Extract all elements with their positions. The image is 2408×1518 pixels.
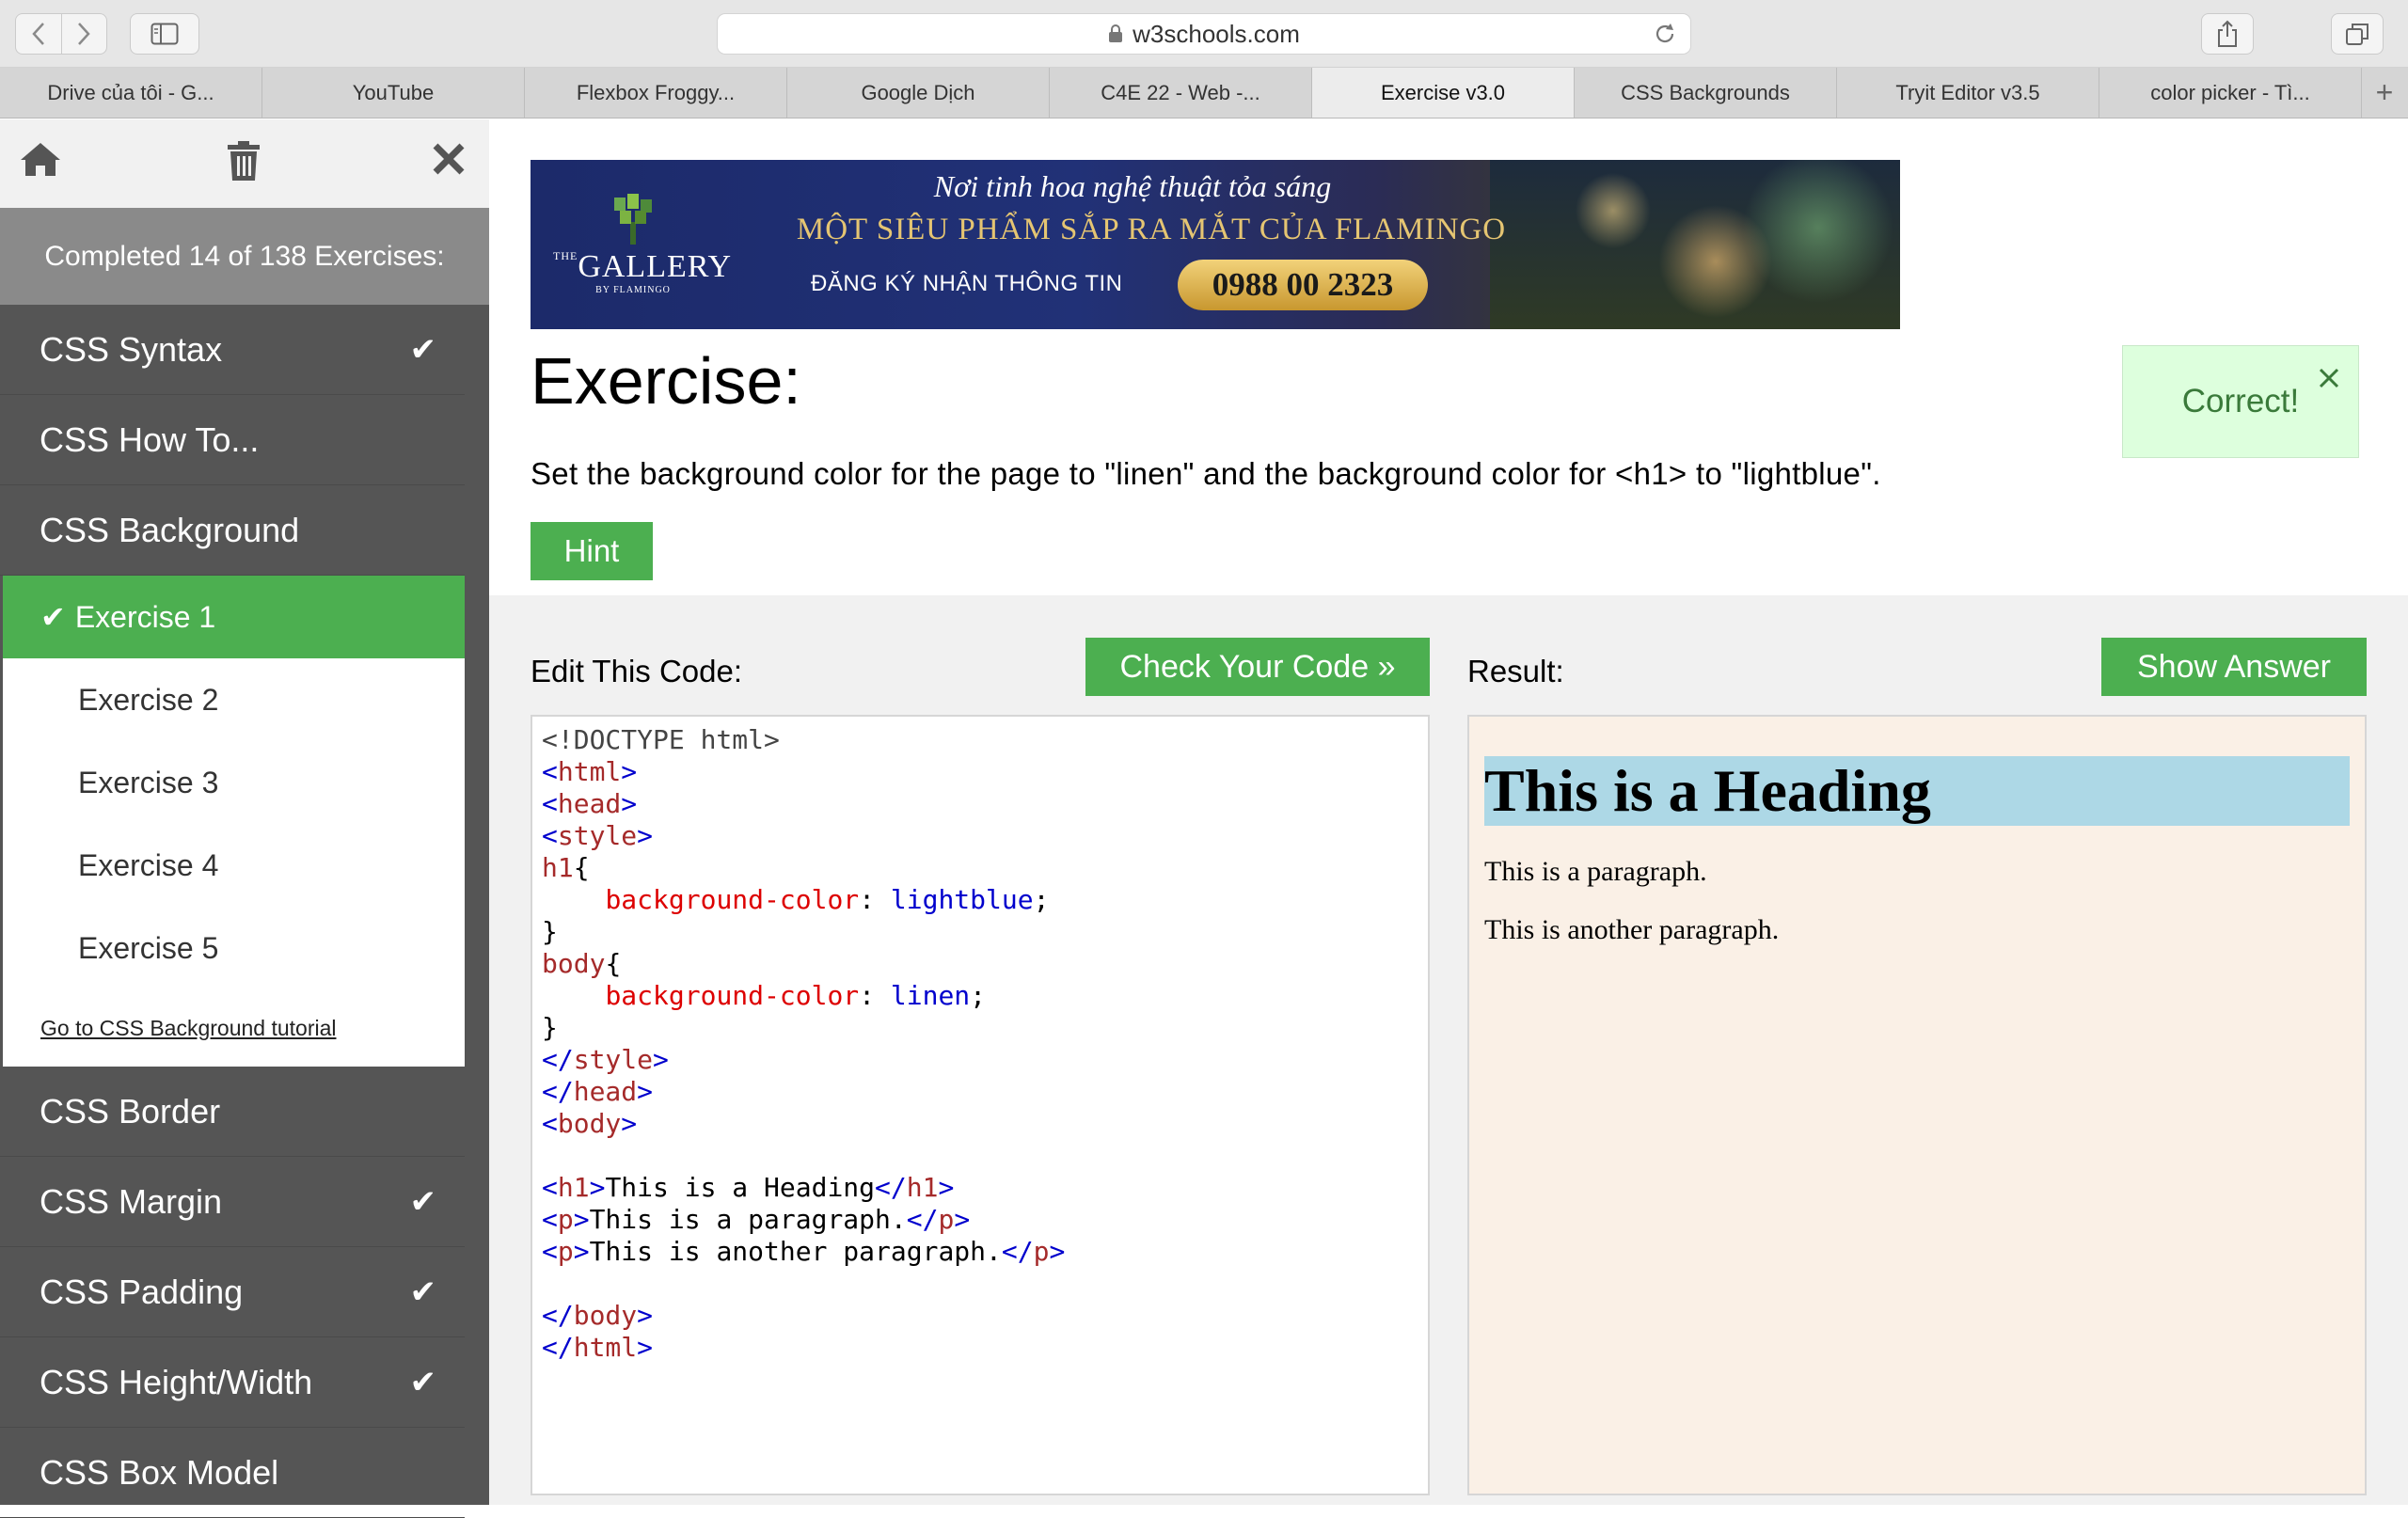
menu-item-css-margin[interactable]: CSS Margin ✔ — [0, 1157, 465, 1247]
tab[interactable]: YouTube — [262, 68, 525, 118]
result-paragraph-1: This is a paragraph. — [1484, 856, 1707, 887]
navigation-buttons — [15, 13, 107, 55]
correct-text: Correct! — [2181, 383, 2300, 419]
logo-prefix: THE — [553, 249, 578, 262]
tab[interactable]: Drive của tôi - G... — [0, 68, 262, 118]
back-button[interactable] — [16, 14, 61, 54]
menu-item-css-background[interactable]: CSS Background — [0, 485, 465, 576]
progress-summary: Completed 14 of 138 Exercises: — [0, 208, 489, 305]
checkmark-icon: ✔ — [40, 600, 66, 634]
sub-item-exercise-5[interactable]: Exercise 5 — [3, 907, 465, 989]
checkmark-icon: ✔ — [409, 1183, 437, 1220]
tab-active[interactable]: Exercise v3.0 — [1312, 68, 1575, 118]
menu-item-label: CSS Box Model — [40, 1452, 279, 1492]
reload-icon[interactable] — [1653, 22, 1677, 53]
checkmark-icon: ✔ — [409, 1273, 437, 1310]
code-token: <!DOCTYPE html> — [542, 724, 780, 755]
checkmark-icon: ✔ — [409, 331, 437, 368]
banner-register-text: ĐĂNG KÝ NHẬN THÔNG TIN — [811, 271, 1123, 296]
show-answer-button[interactable]: Show Answer — [2101, 638, 2367, 696]
sub-item-exercise-1[interactable]: ✔ Exercise 1 — [3, 576, 465, 658]
correct-notification: Correct! — [2122, 345, 2359, 458]
menu-item-css-height-width[interactable]: CSS Height/Width ✔ — [0, 1337, 465, 1428]
tab[interactable]: color picker - Tì... — [2099, 68, 2362, 118]
menu-item-css-border[interactable]: CSS Border — [0, 1067, 465, 1157]
banner-headline: MỘT SIÊU PHẨM SẮP RA MẮT CỦA FLAMINGO — [796, 213, 1507, 246]
tab-bar: Drive của tôi - G... YouTube Flexbox Fro… — [0, 68, 2408, 119]
exercise-workspace: Edit This Code: Check Your Code » Result… — [489, 595, 2408, 1505]
check-code-button[interactable]: Check Your Code » — [1085, 638, 1430, 696]
logo-brand: GALLERY — [578, 249, 733, 284]
tutorial-link[interactable]: Go to CSS Background tutorial — [3, 989, 465, 1067]
address-bar[interactable]: w3schools.com — [717, 13, 1691, 55]
url-text: w3schools.com — [1133, 19, 1300, 48]
result-paragraph-2: This is another paragraph. — [1484, 914, 1780, 945]
tab[interactable]: C4E 22 - Web -... — [1050, 68, 1312, 118]
exercise-header-area: THEGALLERY BY FLAMINGO Nơi tinh hoa nghệ… — [489, 119, 2408, 595]
result-label: Result: — [1467, 654, 1564, 688]
tab[interactable]: Google Dịch — [787, 68, 1050, 118]
menu-item-label: CSS Padding — [40, 1272, 244, 1311]
menu-item-css-padding[interactable]: CSS Padding ✔ — [0, 1247, 465, 1337]
tabs-icon — [2346, 24, 2368, 45]
checkmark-icon: ✔ — [409, 1364, 437, 1400]
tab[interactable]: Tryit Editor v3.5 — [1837, 68, 2099, 118]
logo-subtitle: BY FLAMINGO — [595, 285, 671, 295]
exercise-title: Exercise: — [531, 344, 801, 418]
banner-phone: 0988 00 2323 — [1178, 260, 1428, 310]
advertisement-banner[interactable]: THEGALLERY BY FLAMINGO Nơi tinh hoa nghệ… — [531, 160, 1900, 329]
new-tab-button[interactable]: + — [2362, 68, 2407, 118]
exercise-description: Set the background color for the page to… — [531, 456, 1881, 491]
menu-item-label: CSS Background — [40, 510, 300, 549]
edit-code-label: Edit This Code: — [531, 654, 743, 688]
chevron-left-icon — [32, 23, 44, 45]
hint-button[interactable]: Hint — [531, 522, 653, 580]
tree-logo-icon — [614, 194, 652, 245]
share-icon — [2218, 20, 2237, 47]
sub-item-exercise-3[interactable]: Exercise 3 — [3, 741, 465, 824]
home-icon[interactable] — [19, 140, 62, 182]
chevron-right-icon — [78, 23, 90, 45]
close-notification-icon[interactable] — [2319, 359, 2339, 397]
tab-overview-button[interactable] — [2331, 13, 2384, 55]
banner-tagline: Nơi tinh hoa nghệ thuật tỏa sáng — [933, 169, 1332, 203]
menu-item-label: CSS How To... — [40, 419, 260, 459]
trash-icon[interactable] — [226, 140, 261, 186]
sub-item-exercise-4[interactable]: Exercise 4 — [3, 824, 465, 907]
share-button[interactable] — [2201, 13, 2254, 55]
menu-item-css-how-to[interactable]: CSS How To... — [0, 395, 465, 485]
exercise-sidebar: Completed 14 of 138 Exercises: CSS Synta… — [0, 119, 489, 1518]
code-editor[interactable]: <!DOCTYPE html> <html> <head> <style> h1… — [531, 715, 1430, 1495]
browser-toolbar: w3schools.com — [0, 0, 2408, 68]
sidebar-icon — [150, 23, 179, 45]
close-icon[interactable] — [431, 140, 467, 182]
menu-item-label: CSS Margin — [40, 1181, 223, 1221]
gallery-logo: THEGALLERY BY FLAMINGO — [553, 194, 731, 295]
lock-icon — [1108, 24, 1123, 43]
menu-item-label: CSS Border — [40, 1091, 221, 1131]
sub-item-label: Exercise 1 — [74, 599, 216, 634]
menu-item-css-syntax[interactable]: CSS Syntax ✔ — [0, 305, 465, 395]
tab[interactable]: CSS Backgrounds — [1575, 68, 1837, 118]
sidebar-toolbar — [0, 119, 489, 208]
sub-item-exercise-2[interactable]: Exercise 2 — [3, 658, 465, 741]
show-sidebar-button[interactable] — [130, 13, 199, 55]
tab[interactable]: Flexbox Froggy... — [525, 68, 787, 118]
menu-item-label: CSS Syntax — [40, 329, 223, 369]
menu-item-label: CSS Height/Width — [40, 1362, 313, 1401]
exercise-submenu: ✔ Exercise 1 Exercise 2 Exercise 3 Exerc… — [0, 576, 465, 1067]
result-preview: This is a Heading This is a paragraph. T… — [1467, 715, 2367, 1495]
forward-button[interactable] — [60, 14, 107, 54]
result-heading: This is a Heading — [1484, 756, 2350, 826]
